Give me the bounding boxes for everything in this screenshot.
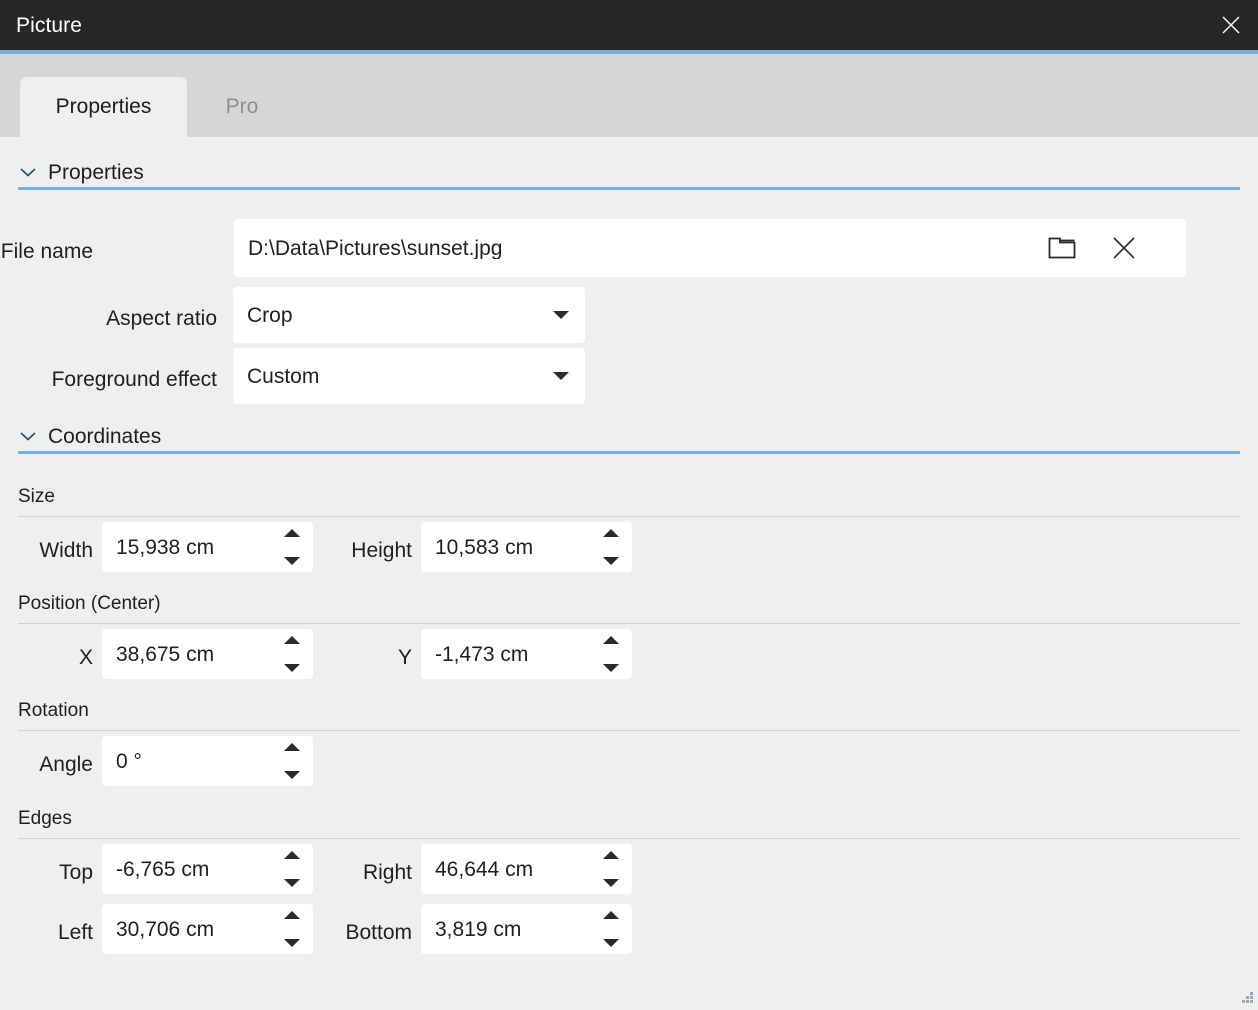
foreground-effect-label: Foreground effect — [0, 369, 217, 390]
height-input[interactable]: 10,583 cm — [421, 522, 632, 572]
edge-top-input[interactable]: -6,765 cm — [102, 844, 313, 894]
height-label: Height — [322, 540, 412, 561]
position-y-stepper-down[interactable] — [603, 664, 619, 672]
group-divider-size — [18, 516, 1240, 517]
width-input[interactable]: 15,938 cm — [102, 522, 313, 572]
edge-right-stepper-up[interactable] — [603, 851, 619, 859]
width-label: Width — [0, 540, 93, 561]
position-y-label: Y — [322, 647, 412, 668]
chevron-down-icon[interactable] — [553, 311, 569, 319]
height-stepper[interactable] — [602, 529, 620, 565]
chevron-down-icon — [18, 426, 38, 446]
edge-right-value: 46,644 cm — [421, 859, 533, 880]
height-value: 10,583 cm — [421, 537, 533, 558]
aspect-ratio-label: Aspect ratio — [0, 308, 217, 329]
edge-left-input[interactable]: 30,706 cm — [102, 904, 313, 954]
edge-top-stepper-up[interactable] — [284, 851, 300, 859]
edge-left-stepper[interactable] — [283, 911, 301, 947]
position-y-stepper[interactable] — [602, 636, 620, 672]
tab-pro[interactable]: Pro — [187, 77, 297, 137]
width-value: 15,938 cm — [102, 537, 214, 558]
section-accent-properties — [18, 187, 1240, 190]
group-label-size: Size — [18, 487, 55, 506]
height-stepper-up[interactable] — [603, 529, 619, 537]
edge-bottom-label: Bottom — [312, 922, 412, 943]
close-icon — [1110, 234, 1138, 262]
edge-right-label: Right — [322, 862, 412, 883]
group-label-edges: Edges — [18, 809, 72, 828]
file-name-value: D:\Data\Pictures\sunset.jpg — [234, 238, 502, 259]
angle-value: 0 ° — [102, 751, 142, 772]
file-name-input[interactable]: D:\Data\Pictures\sunset.jpg — [234, 219, 1186, 277]
group-divider-rotation — [18, 730, 1240, 731]
chevron-down-icon — [18, 162, 38, 182]
foreground-effect-value: Custom — [233, 366, 319, 387]
file-browse-button[interactable] — [1042, 228, 1082, 268]
edge-top-value: -6,765 cm — [102, 859, 209, 880]
group-divider-edges — [18, 838, 1240, 839]
edge-bottom-value: 3,819 cm — [421, 919, 521, 940]
edge-top-label: Top — [0, 862, 93, 883]
file-clear-button[interactable] — [1104, 228, 1144, 268]
edge-left-label: Left — [0, 922, 93, 943]
edge-bottom-stepper-down[interactable] — [603, 939, 619, 947]
window-titlebar: Picture — [0, 0, 1258, 50]
section-title-properties: Properties — [48, 162, 144, 183]
section-title-coordinates: Coordinates — [48, 426, 161, 447]
edge-top-stepper-down[interactable] — [284, 879, 300, 887]
width-stepper[interactable] — [283, 529, 301, 565]
angle-label: Angle — [0, 754, 93, 775]
window-resize-grip[interactable] — [1239, 989, 1255, 1005]
angle-stepper[interactable] — [283, 743, 301, 779]
properties-panel: Properties File name D:\Data\Pictures\su… — [0, 137, 1258, 1008]
position-x-stepper-down[interactable] — [284, 664, 300, 672]
chevron-down-icon[interactable] — [553, 372, 569, 380]
position-x-stepper-up[interactable] — [284, 636, 300, 644]
edge-top-stepper[interactable] — [283, 851, 301, 887]
angle-input[interactable]: 0 ° — [102, 736, 313, 786]
position-x-input[interactable]: 38,675 cm — [102, 629, 313, 679]
angle-stepper-up[interactable] — [284, 743, 300, 751]
position-x-label: X — [0, 647, 93, 668]
position-x-stepper[interactable] — [283, 636, 301, 672]
edge-bottom-stepper-up[interactable] — [603, 911, 619, 919]
position-x-value: 38,675 cm — [102, 644, 214, 665]
aspect-ratio-value: Crop — [233, 305, 293, 326]
foreground-effect-dropdown[interactable]: Custom — [233, 348, 585, 404]
group-label-position: Position (Center) — [18, 594, 161, 613]
position-y-value: -1,473 cm — [421, 644, 528, 665]
edge-left-value: 30,706 cm — [102, 919, 214, 940]
tab-pro-label: Pro — [226, 95, 259, 119]
resize-grip-icon — [1239, 989, 1255, 1005]
tab-properties-label: Properties — [56, 95, 152, 119]
file-name-label: File name — [0, 241, 93, 262]
tab-strip: Properties Pro — [0, 54, 1258, 137]
window-close-button[interactable] — [1204, 0, 1258, 50]
edge-right-stepper[interactable] — [602, 851, 620, 887]
position-y-input[interactable]: -1,473 cm — [421, 629, 632, 679]
window-title: Picture — [16, 15, 82, 36]
width-stepper-down[interactable] — [284, 557, 300, 565]
section-accent-coordinates — [18, 451, 1240, 454]
edge-right-stepper-down[interactable] — [603, 879, 619, 887]
section-header-coordinates[interactable]: Coordinates — [18, 419, 161, 453]
tab-properties[interactable]: Properties — [20, 77, 187, 137]
section-header-properties[interactable]: Properties — [18, 155, 144, 189]
group-divider-position — [18, 623, 1240, 624]
angle-stepper-down[interactable] — [284, 771, 300, 779]
aspect-ratio-dropdown[interactable]: Crop — [233, 287, 585, 343]
group-label-rotation: Rotation — [18, 701, 89, 720]
width-stepper-up[interactable] — [284, 529, 300, 537]
edge-bottom-input[interactable]: 3,819 cm — [421, 904, 632, 954]
edge-right-input[interactable]: 46,644 cm — [421, 844, 632, 894]
edge-bottom-stepper[interactable] — [602, 911, 620, 947]
height-stepper-down[interactable] — [603, 557, 619, 565]
edge-left-stepper-up[interactable] — [284, 911, 300, 919]
position-y-stepper-up[interactable] — [603, 636, 619, 644]
folder-icon — [1047, 235, 1077, 261]
close-icon — [1220, 14, 1242, 36]
edge-left-stepper-down[interactable] — [284, 939, 300, 947]
